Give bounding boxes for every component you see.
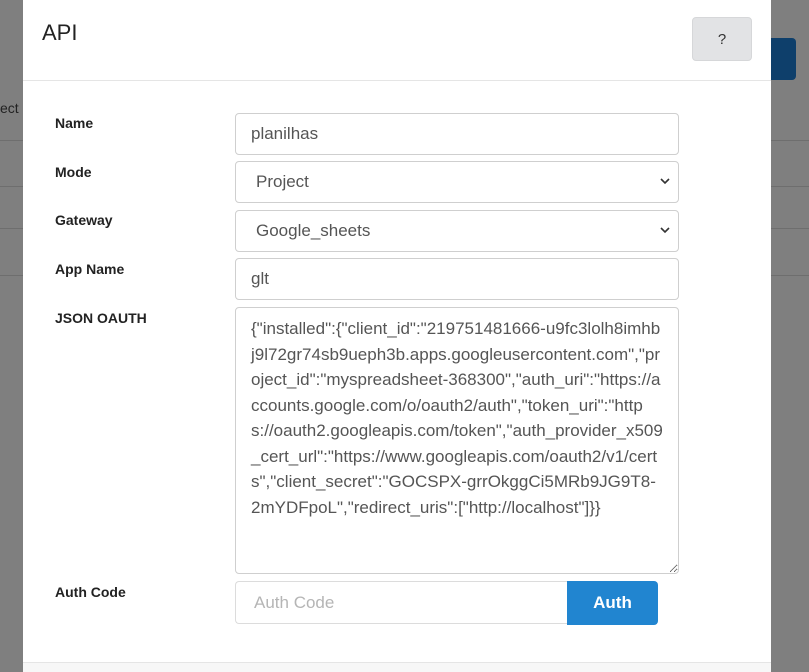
gateway-label: Gateway <box>55 212 113 228</box>
auth-button[interactable]: Auth <box>567 581 658 625</box>
name-label: Name <box>55 115 94 131</box>
gateway-select-value: Google_sheets <box>256 221 371 240</box>
api-modal: API ? Name Mode Project Gateway Google_s… <box>23 0 771 672</box>
mode-select[interactable]: Project <box>235 161 679 203</box>
name-input[interactable] <box>235 113 679 155</box>
mode-label: Mode <box>55 164 92 180</box>
app-name-label: App Name <box>55 261 125 277</box>
modal-title: API <box>42 20 78 45</box>
mode-select-value: Project <box>256 172 309 191</box>
chevron-down-icon <box>660 178 670 185</box>
background-partial-text: ect <box>0 100 19 116</box>
modal-header: API ? <box>23 0 771 81</box>
modal-footer <box>23 662 771 672</box>
help-button[interactable]: ? <box>692 17 752 61</box>
auth-code-input[interactable] <box>235 581 569 624</box>
json-oauth-textarea[interactable]: {"installed":{"client_id":"219751481666-… <box>235 307 679 574</box>
app-name-input[interactable] <box>235 258 679 300</box>
auth-code-label: Auth Code <box>55 584 126 600</box>
json-oauth-label: JSON OAUTH <box>55 310 147 326</box>
gateway-select[interactable]: Google_sheets <box>235 210 679 252</box>
chevron-down-icon <box>660 227 670 234</box>
